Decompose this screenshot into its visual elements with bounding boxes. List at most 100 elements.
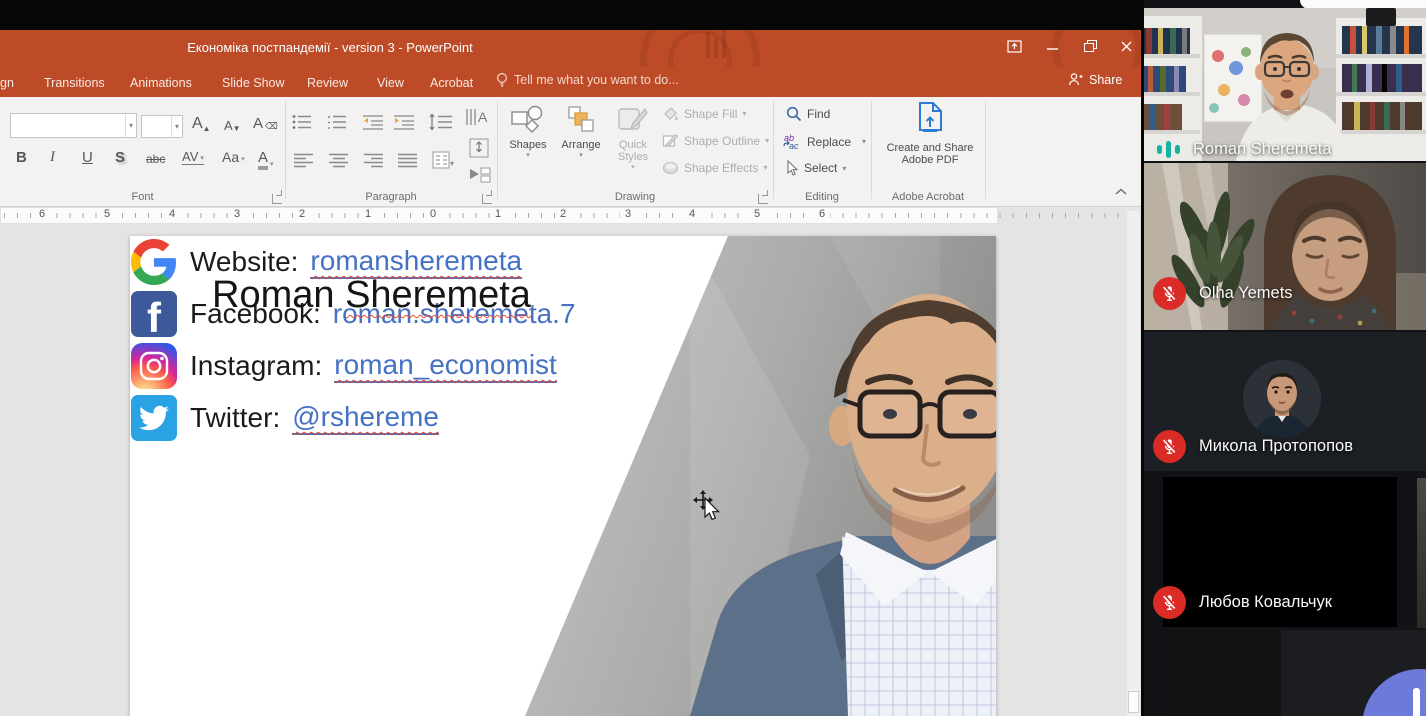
grow-font-button[interactable]: A ▲ <box>192 115 211 133</box>
share-button[interactable]: Share <box>1068 72 1122 87</box>
convert-smartart-button[interactable] <box>468 165 492 190</box>
line-spacing-icon <box>429 113 452 131</box>
find-button[interactable]: Find <box>786 106 830 122</box>
character-spacing-button[interactable]: AV ▾ <box>182 149 204 165</box>
tab-design-partial[interactable]: gn <box>0 71 20 95</box>
slide-title-last: Sheremeta <box>345 274 531 316</box>
mic-muted-icon <box>1153 430 1186 463</box>
bullets-button[interactable] <box>292 114 316 135</box>
ruler-number: 5 <box>99 208 115 220</box>
align-text-button[interactable] <box>468 137 490 164</box>
ruler-number: 1 <box>360 208 376 220</box>
numbering-button[interactable] <box>327 114 351 135</box>
decrease-indent-button[interactable] <box>363 114 385 135</box>
clear-formatting-button[interactable]: A ⌫ <box>253 115 278 132</box>
strikethrough-button[interactable]: abc <box>146 152 165 166</box>
video-tile-roman-sheremeta[interactable]: Roman Sheremeta <box>1144 8 1426 161</box>
restore-button[interactable] <box>1072 33 1108 60</box>
ruler-number: 3 <box>229 208 245 220</box>
arrange-button[interactable]: Arrange ▾ <box>555 105 607 159</box>
tab-view[interactable]: View <box>371 71 410 95</box>
quick-styles-button[interactable]: Quick Styles ▾ <box>608 105 658 171</box>
shape-effects-icon <box>663 162 678 174</box>
align-center-button[interactable] <box>329 153 349 173</box>
shape-outline-button[interactable]: Shape Outline ▾ <box>662 133 769 148</box>
shapes-button[interactable]: Shapes ▾ <box>503 105 553 159</box>
shape-outline-icon <box>662 134 679 147</box>
ruler-number: 2 <box>294 208 310 220</box>
increase-indent-button[interactable] <box>394 114 416 135</box>
twitter-icon[interactable] <box>130 394 178 442</box>
ruler-number: 0 <box>425 208 441 220</box>
tell-me-text: Tell me what you want to do... <box>514 73 679 87</box>
select-button[interactable]: Select ▾ <box>786 160 846 176</box>
twitter-link[interactable]: @rshereme <box>292 401 439 435</box>
line-spacing-button[interactable] <box>428 113 454 136</box>
participant-name: Olha Yemets <box>1199 284 1293 302</box>
close-button[interactable] <box>1108 33 1141 60</box>
minimize-button[interactable] <box>1034 33 1070 60</box>
twitter-label[interactable]: Twitter: <box>190 402 280 434</box>
columns-button[interactable]: ▾ <box>432 151 456 174</box>
audio-speaking-icon <box>1157 133 1180 161</box>
ribbon-tab-row: gn Transitions Animations Slide Show Rev… <box>0 67 1141 97</box>
mykola-avatar <box>1243 360 1321 438</box>
justify-button[interactable] <box>398 153 418 173</box>
paragraph-dialog-launcher[interactable] <box>482 190 492 204</box>
text-shadow-button[interactable]: S <box>115 149 125 166</box>
text-direction-button[interactable]: A <box>465 107 491 132</box>
google-icon[interactable] <box>130 238 178 286</box>
lightbulb-icon <box>496 72 508 87</box>
font-dialog-launcher[interactable] <box>272 190 282 204</box>
shape-effects-button[interactable]: Shape Effects ▾ <box>662 160 768 175</box>
instagram-label[interactable]: Instagram: <box>190 350 322 382</box>
svg-text:▾: ▾ <box>450 159 454 168</box>
slide-canvas[interactable]: Roman Sheremeta Website: romansheremeta … <box>130 236 996 716</box>
editing-group-label: Editing <box>805 191 839 203</box>
italic-button[interactable]: I <box>50 149 55 166</box>
scrollbar-thumb[interactable] <box>1128 691 1139 713</box>
slide-title[interactable]: Roman Sheremeta <box>212 274 531 317</box>
tab-animations[interactable]: Animations <box>124 71 198 95</box>
svg-text:A: A <box>478 109 488 125</box>
video-tile-partial-left[interactable] <box>1166 630 1279 716</box>
restore-icon <box>1083 40 1097 52</box>
svg-text:ac: ac <box>789 141 799 150</box>
decrease-indent-icon <box>363 115 383 130</box>
create-adobe-pdf-button[interactable]: Create and Share Adobe PDF <box>878 102 982 166</box>
vertical-scrollbar[interactable] <box>1126 211 1140 716</box>
video-tile-mykola-protopopov[interactable]: Микола Протопопов <box>1144 332 1426 471</box>
replace-button[interactable]: ab ac Replace ▾ <box>783 133 866 150</box>
facebook-icon[interactable]: f <box>130 290 178 338</box>
video-tile-olha-yemets[interactable]: Olha Yemets <box>1144 163 1426 330</box>
instagram-icon[interactable] <box>130 342 178 390</box>
justify-icon <box>398 153 417 168</box>
change-case-button[interactable]: Aa ▾ <box>222 149 245 165</box>
tab-review[interactable]: Review <box>301 71 354 95</box>
mic-muted-icon <box>1153 586 1186 619</box>
tab-slide-show[interactable]: Slide Show <box>216 71 291 95</box>
font-color-button[interactable]: A ▾ <box>258 149 274 170</box>
ribbon-display-options-button[interactable] <box>996 33 1032 60</box>
avatar-initial <box>1413 688 1420 716</box>
text-direction-icon: A <box>466 109 488 125</box>
tab-transitions[interactable]: Transitions <box>38 71 111 95</box>
shrink-font-button[interactable]: A ▼ <box>224 118 241 133</box>
underline-button[interactable]: U <box>82 149 93 166</box>
horizontal-ruler: 6 5 4 3 2 1 0 1 2 3 4 5 6 <box>0 207 1137 224</box>
font-size-combo[interactable]: ▾ <box>141 115 183 138</box>
collapse-ribbon-button[interactable] <box>1114 187 1128 200</box>
video-tile-partial-right[interactable] <box>1281 630 1426 716</box>
drawing-dialog-launcher[interactable] <box>758 190 768 204</box>
align-right-button[interactable] <box>364 153 384 173</box>
arrange-icon <box>568 106 594 132</box>
tab-acrobat[interactable]: Acrobat <box>424 71 479 95</box>
instagram-link[interactable]: roman_economist <box>334 349 557 383</box>
align-left-button[interactable] <box>294 153 314 173</box>
adobe-group-label: Adobe Acrobat <box>891 191 965 203</box>
font-name-combo[interactable]: ▾ <box>10 113 137 138</box>
bold-button[interactable]: B <box>16 149 27 166</box>
tell-me-box[interactable]: Tell me what you want to do... <box>496 72 679 88</box>
font-group-label: Font <box>131 191 154 203</box>
shape-fill-button[interactable]: Shape Fill ▾ <box>662 106 746 121</box>
